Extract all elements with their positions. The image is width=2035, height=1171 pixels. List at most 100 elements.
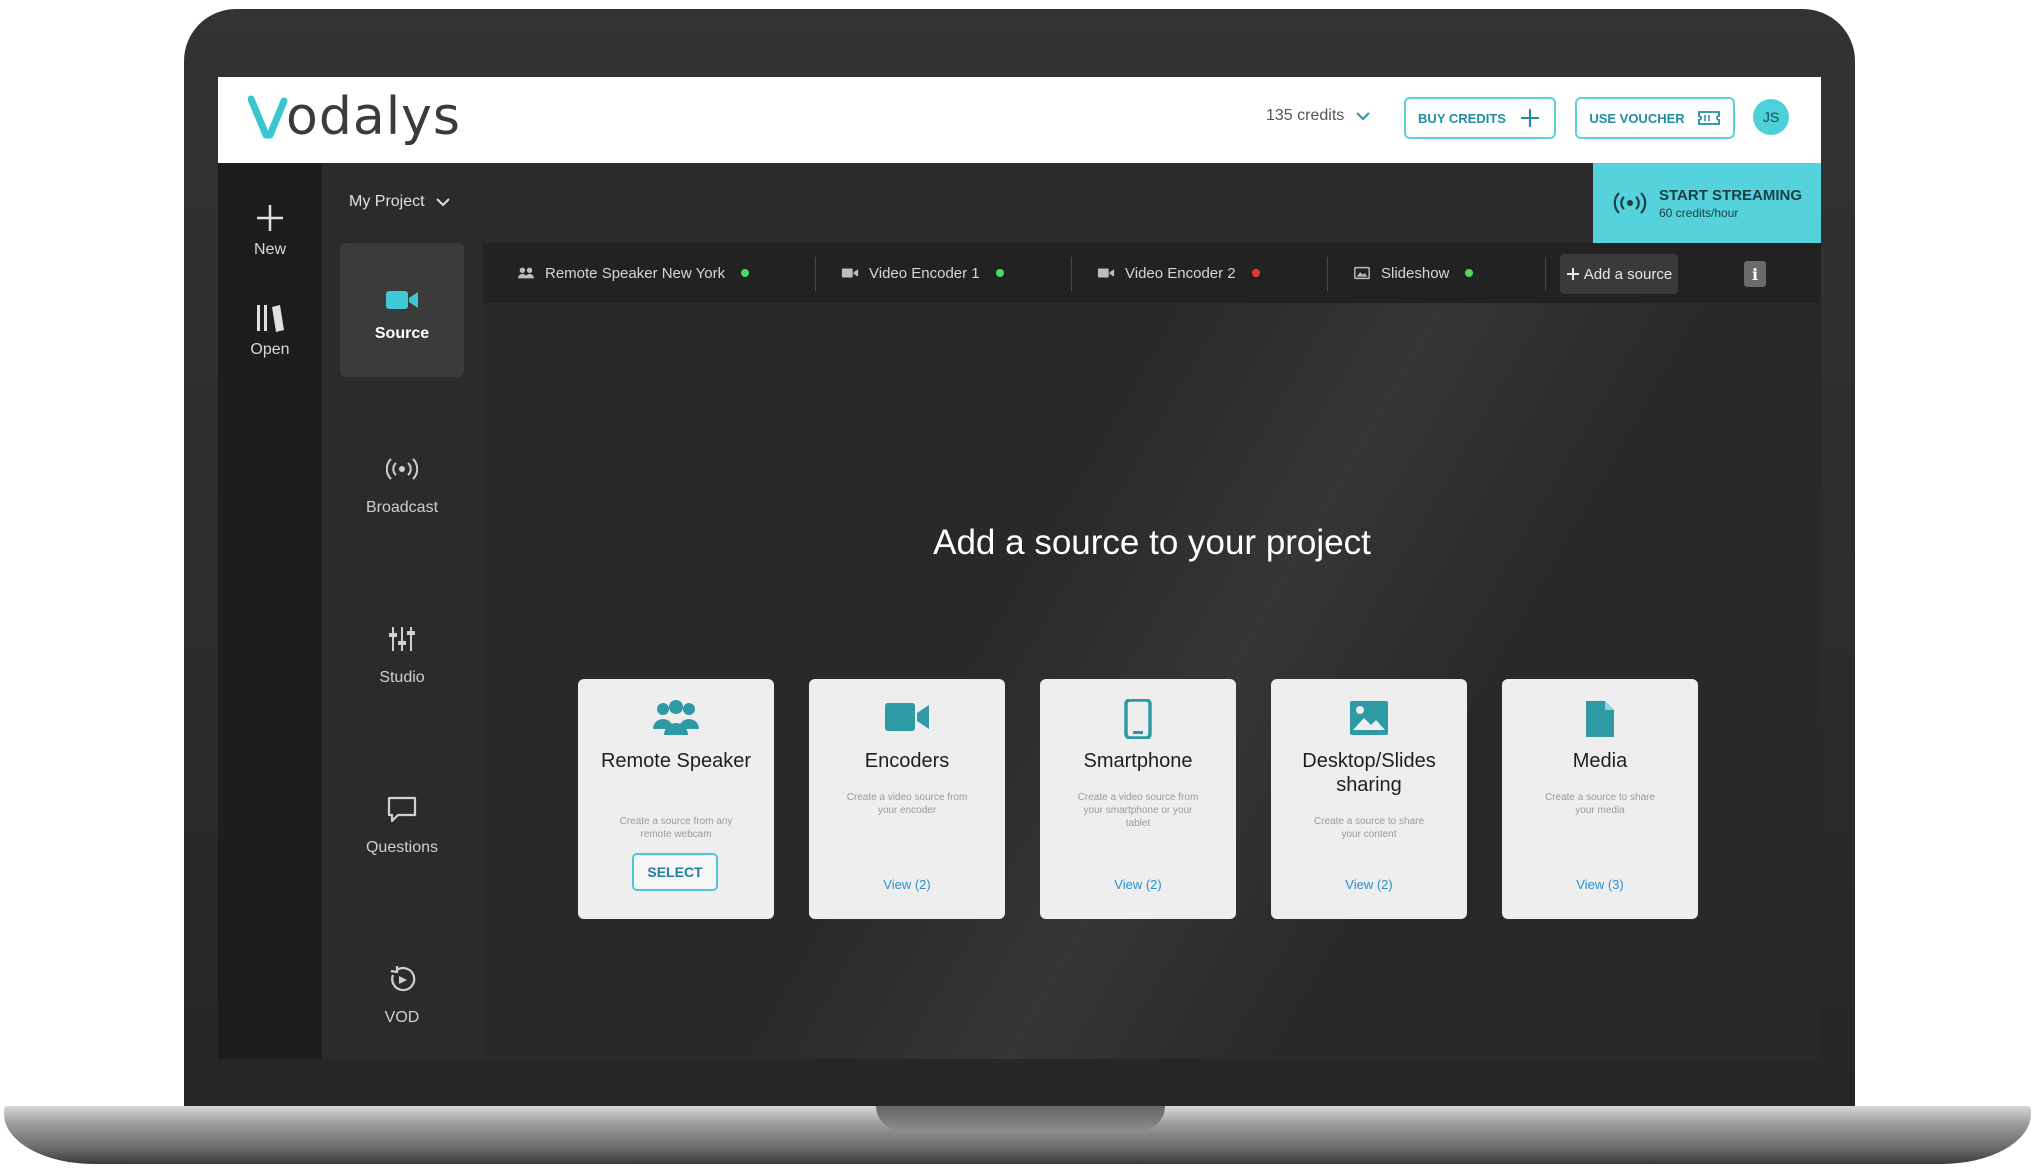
- source-card-smartphone[interactable]: Smartphone Create a video source from yo…: [1040, 679, 1236, 919]
- plus-icon: [1520, 109, 1539, 127]
- main-panel: Remote Speaker New York Video Encoder 1 …: [483, 243, 1821, 1059]
- card-title: Remote Speaker: [600, 750, 752, 772]
- screen-glare: [483, 243, 1821, 1059]
- status-dot: [995, 269, 1004, 277]
- nav-item-label: VOD: [384, 1009, 420, 1026]
- chat-bubble-icon: [387, 796, 417, 823]
- nav-item-label: Questions: [365, 839, 439, 856]
- people-icon: [653, 700, 699, 735]
- tab-divider: [1327, 257, 1328, 291]
- buy-credits-button[interactable]: BUY CREDITS: [1404, 97, 1556, 139]
- plus-icon: [1566, 268, 1579, 280]
- nav-item-source[interactable]: Source: [340, 243, 464, 377]
- laptop-notch: [876, 1106, 1165, 1130]
- add-source-button[interactable]: Add a source: [1560, 254, 1678, 294]
- logo-v-icon: [248, 95, 288, 139]
- source-card-media[interactable]: Media Create a source to share your medi…: [1502, 679, 1698, 919]
- logo-text: odalys: [286, 87, 461, 147]
- source-card-encoders[interactable]: Encoders Create a video source from your…: [809, 679, 1005, 919]
- sliders-icon: [389, 627, 415, 651]
- card-icon-wrap: [809, 699, 1005, 741]
- video-camera-icon: [885, 703, 929, 731]
- user-avatar[interactable]: JS: [1753, 99, 1789, 135]
- tab-remote-speaker-new-york[interactable]: Remote Speaker New York: [517, 243, 750, 303]
- credits-label: 135 credits: [1266, 107, 1345, 124]
- rail-item-new[interactable]: New: [218, 203, 322, 259]
- card-description: Create a video source from your smartpho…: [1077, 792, 1199, 829]
- broadcast-icon: [1613, 192, 1647, 214]
- vodalys-logo[interactable]: odalys: [248, 87, 461, 147]
- view-link[interactable]: View (2): [1271, 877, 1467, 892]
- tab-label: Remote Speaker New York: [545, 264, 726, 282]
- status-dot: [1465, 269, 1474, 277]
- streaming-cost-label: 60 credits/hour: [1659, 205, 1739, 220]
- start-streaming-button[interactable]: START STREAMING 60 credits/hour: [1593, 163, 1821, 243]
- tab-divider: [1545, 257, 1546, 291]
- replay-icon: [390, 966, 416, 992]
- add-source-label: Add a source: [1583, 265, 1673, 283]
- top-bar: odalys 135 credits BUY CREDITS USE VOUCH…: [218, 77, 1821, 163]
- credits-dropdown[interactable]: 135 credits: [1266, 107, 1372, 125]
- nav-item-studio[interactable]: Studio: [340, 625, 464, 687]
- card-title: Smartphone: [1083, 750, 1193, 772]
- page-title: Add a source to your project: [933, 523, 1371, 562]
- rail-item-open[interactable]: Open: [218, 303, 322, 359]
- card-title: Encoders: [864, 750, 950, 772]
- tab-video-encoder-2[interactable]: Video Encoder 2: [1097, 243, 1260, 303]
- card-icon-wrap: [1271, 699, 1467, 741]
- tab-video-encoder-1[interactable]: Video Encoder 1: [841, 243, 1004, 303]
- chevron-down-icon: [1356, 112, 1370, 121]
- video-camera-icon: [1097, 268, 1115, 278]
- card-title: Media: [1572, 750, 1628, 772]
- nav-item-label: Studio: [379, 669, 425, 686]
- image-icon: [1354, 266, 1370, 280]
- people-icon: [517, 267, 535, 279]
- chevron-down-icon: [435, 198, 450, 207]
- view-link[interactable]: View (3): [1502, 877, 1698, 892]
- use-voucher-button[interactable]: USE VOUCHER: [1575, 97, 1735, 139]
- rail-item-label: New: [253, 241, 286, 258]
- nav-item-label: Source: [374, 325, 430, 342]
- tab-slideshow[interactable]: Slideshow: [1353, 243, 1474, 303]
- start-streaming-label: START STREAMING: [1659, 186, 1803, 204]
- view-link[interactable]: View (2): [1040, 877, 1236, 892]
- source-card-remote-speaker[interactable]: Remote Speaker Create a source from any …: [578, 679, 774, 919]
- app-screen: odalys 135 credits BUY CREDITS USE VOUCH…: [218, 77, 1821, 1059]
- left-rail: New Open: [218, 163, 322, 1059]
- status-dot: [1251, 269, 1260, 277]
- video-camera-icon: [386, 291, 418, 309]
- image-icon: [1350, 701, 1388, 735]
- nav-item-vod[interactable]: VOD: [340, 965, 464, 1027]
- card-description: Create a video source from your encoder: [846, 792, 968, 816]
- tab-label: Slideshow: [1381, 264, 1450, 282]
- use-voucher-label: USE VOUCHER: [1589, 110, 1685, 126]
- tab-label: Video Encoder 2: [1125, 264, 1236, 282]
- status-dot: [741, 269, 750, 277]
- tab-divider: [1071, 257, 1072, 291]
- source-card-desktop-slides[interactable]: Desktop/Slides sharing Create a source t…: [1271, 679, 1467, 919]
- video-camera-icon: [841, 268, 859, 278]
- card-description: Create a source to share your media: [1544, 792, 1656, 816]
- card-title: Desktop/Slides sharing: [1302, 750, 1436, 796]
- card-description: Create a source to share your content: [1313, 816, 1425, 840]
- select-button[interactable]: SELECT: [632, 853, 718, 891]
- document-icon: [1586, 701, 1614, 737]
- library-icon: [257, 305, 284, 332]
- info-button[interactable]: i: [1744, 261, 1766, 287]
- tab-label: Video Encoder 1: [869, 264, 980, 282]
- tab-divider: [815, 257, 816, 291]
- nav-item-broadcast[interactable]: Broadcast: [340, 455, 464, 517]
- ticket-icon: [1697, 111, 1720, 125]
- card-icon-wrap: [578, 699, 774, 741]
- plus-icon: [257, 205, 283, 231]
- project-selector[interactable]: My Project: [349, 193, 451, 211]
- buy-credits-label: BUY CREDITS: [1418, 110, 1506, 126]
- rail-item-label: Open: [250, 341, 290, 358]
- nav-item-questions[interactable]: Questions: [340, 795, 464, 857]
- project-name: My Project: [349, 193, 425, 210]
- nav-item-label: Broadcast: [365, 499, 439, 516]
- source-tabs: Remote Speaker New York Video Encoder 1 …: [483, 243, 1821, 303]
- broadcast-icon: [386, 458, 418, 480]
- view-link[interactable]: View (2): [809, 877, 1005, 892]
- card-icon-wrap: [1502, 699, 1698, 741]
